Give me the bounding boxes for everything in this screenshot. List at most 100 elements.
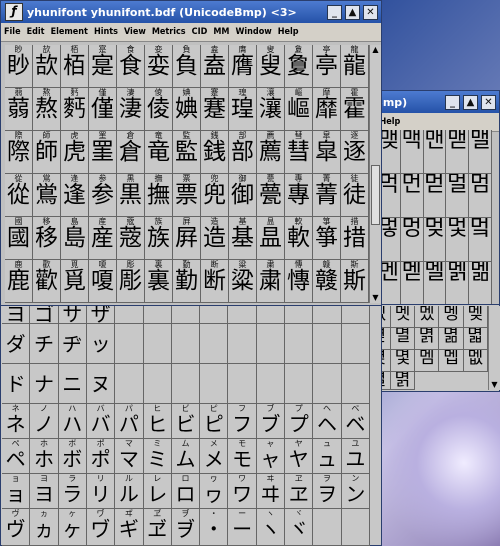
glyph-cell[interactable]: 竷竷 xyxy=(313,260,341,303)
menu-view[interactable]: View xyxy=(121,27,149,37)
glyph-cell[interactable]: 兜兜 xyxy=(201,174,229,217)
glyph-cell[interactable] xyxy=(285,324,314,364)
glyph-cell[interactable]: 歡歡 xyxy=(33,260,61,303)
glyph-cell[interactable]: フフ xyxy=(228,404,257,439)
glyph-cell[interactable]: 婰婰 xyxy=(173,88,201,131)
glyph-cell[interactable]: 監監 xyxy=(173,131,201,174)
front-window-titlebar[interactable]: ƒ yhunifont yhunifont.bdf (UnicodeBmp) <… xyxy=(1,1,381,23)
glyph-cell[interactable]: 慱慱 xyxy=(285,260,313,303)
glyph-cell[interactable] xyxy=(256,364,286,404)
front-window-scrollbar[interactable]: ▲ ▼ xyxy=(369,45,381,303)
glyph-cell[interactable]: メメ xyxy=(200,439,229,474)
glyph-cell[interactable]: ヨ xyxy=(2,304,31,324)
glyph-cell[interactable]: 龍龍 xyxy=(341,45,369,88)
glyph-cell[interactable]: ヲヲ xyxy=(313,474,342,509)
glyph-cell[interactable]: 먿 xyxy=(423,174,447,218)
glyph-cell[interactable]: ロロ xyxy=(171,474,201,509)
glyph-cell[interactable] xyxy=(256,304,286,324)
glyph-cell[interactable]: 멺 xyxy=(439,328,464,350)
glyph-cell[interactable]: 逢逢 xyxy=(61,174,89,217)
menu-metrics[interactable]: Metrics xyxy=(149,27,189,37)
glyph-cell[interactable]: 撫撫 xyxy=(145,174,173,217)
glyph-cell[interactable]: ヘヘ xyxy=(313,404,342,439)
glyph-cell[interactable] xyxy=(313,324,342,364)
glyph-cell[interactable]: 基基 xyxy=(229,217,257,260)
glyph-cell[interactable]: 멻 xyxy=(463,328,488,350)
hangul-glyph-grid[interactable]: 맺맥맨맫맬먹먼먿멀멈멓멍멎멏멐멘멛멜멝멞 xyxy=(378,130,492,306)
glyph-cell[interactable]: ムム xyxy=(171,439,201,474)
glyph-cell[interactable]: 맫 xyxy=(446,130,470,174)
glyph-cell[interactable]: 멜 xyxy=(423,262,447,306)
glyph-cell[interactable]: ーー xyxy=(228,509,257,546)
glyph-cell[interactable]: ヸギ xyxy=(115,509,144,546)
glyph-cell[interactable]: ペペ xyxy=(2,439,31,474)
glyph-cell[interactable]: 瑝瑝 xyxy=(229,88,257,131)
glyph-cell[interactable]: 徒徒 xyxy=(341,174,369,217)
glyph-cell[interactable]: 멏 xyxy=(446,218,470,262)
glyph-cell[interactable]: 軟軟 xyxy=(285,217,313,260)
glyph-cell[interactable]: ベベ xyxy=(341,404,370,439)
glyph-cell[interactable]: ・・ xyxy=(200,509,229,546)
glyph-cell[interactable]: 負負 xyxy=(173,45,201,88)
glyph-cell[interactable]: 蒻蒻 xyxy=(5,88,33,131)
glyph-cell[interactable]: 彫彫 xyxy=(117,260,145,303)
glyph-cell[interactable]: 멀 xyxy=(446,174,470,218)
glyph-cell[interactable]: ヤヤ xyxy=(285,439,314,474)
glyph-cell[interactable]: ヮヮ xyxy=(200,474,229,509)
glyph-cell[interactable]: 國國 xyxy=(5,217,33,260)
menu-cid[interactable]: CID xyxy=(189,27,211,37)
glyph-cell[interactable]: 竜竜 xyxy=(145,131,173,174)
glyph-cell[interactable]: 멸 xyxy=(390,328,416,350)
glyph-cell[interactable]: 銭銭 xyxy=(201,131,229,174)
glyph-cell[interactable]: 멦 xyxy=(463,350,488,372)
glyph-cell[interactable] xyxy=(341,509,370,546)
scroll-up-icon[interactable]: ▲ xyxy=(370,45,381,55)
glyph-cell[interactable] xyxy=(256,324,286,364)
glyph-cell[interactable]: 粱粱 xyxy=(229,260,257,303)
glyph-cell[interactable]: リリ xyxy=(86,474,116,509)
glyph-cell[interactable] xyxy=(115,304,144,324)
glyph-cell[interactable]: サ xyxy=(58,304,87,324)
glyph-cell[interactable]: 亭亭 xyxy=(313,45,341,88)
glyph-cell[interactable]: パパ xyxy=(115,404,144,439)
glyph-cell[interactable]: 勤勤 xyxy=(173,260,201,303)
glyph-cell[interactable]: 部部 xyxy=(229,131,257,174)
glyph-cell[interactable]: ヂ xyxy=(58,324,87,364)
glyph-cell[interactable]: 맥 xyxy=(400,130,424,174)
glyph-cell[interactable]: 族族 xyxy=(145,217,173,260)
menu-edit[interactable]: Edit xyxy=(24,27,48,37)
glyph-cell[interactable]: 菁菁 xyxy=(313,174,341,217)
glyph-cell[interactable]: 몇 xyxy=(390,350,416,372)
glyph-cell[interactable]: 멞 xyxy=(469,262,492,306)
glyph-cell[interactable] xyxy=(200,324,229,364)
glyph-cell[interactable]: 逐逐 xyxy=(341,131,369,174)
glyph-cell[interactable]: 熬熬 xyxy=(33,88,61,131)
kanji-glyph-grid[interactable]: 眇眇欯欯栢栢寔寔食食娈娈負負盍盍膺膺叟叟夐夐亭亭龍龍蒻蒻熬熬麫麫僅僅淒淒倰倰婰婰… xyxy=(5,45,369,303)
glyph-cell[interactable]: 昷昷 xyxy=(257,217,285,260)
glyph-cell[interactable]: 멎 xyxy=(423,218,447,262)
glyph-cell[interactable]: ピピ xyxy=(200,404,229,439)
glyph-cell[interactable] xyxy=(313,509,342,546)
glyph-cell[interactable]: 皐皐 xyxy=(313,131,341,174)
glyph-cell[interactable] xyxy=(200,364,229,404)
glyph-cell[interactable]: 멛 xyxy=(400,262,424,306)
glyph-cell[interactable]: 멈 xyxy=(469,174,492,218)
glyph-cell[interactable]: 覓覓 xyxy=(61,260,89,303)
glyph-cell[interactable]: 맨 xyxy=(423,130,447,174)
close-button[interactable]: ✕ xyxy=(481,94,496,110)
glyph-cell[interactable] xyxy=(285,364,314,404)
minimize-button[interactable]: _ xyxy=(327,4,342,20)
glyph-cell[interactable]: 食食 xyxy=(117,45,145,88)
glyph-cell[interactable]: ヨヨ xyxy=(30,474,59,509)
glyph-cell[interactable]: ヾヾ xyxy=(285,509,314,546)
glyph-cell[interactable] xyxy=(171,304,201,324)
glyph-cell[interactable]: 虎虎 xyxy=(61,131,89,174)
glyph-cell[interactable]: 霍霍 xyxy=(341,88,369,131)
glyph-cell[interactable]: レレ xyxy=(143,474,172,509)
menu-file[interactable]: File xyxy=(1,27,24,37)
glyph-cell[interactable] xyxy=(313,304,342,324)
glyph-cell[interactable]: ダ xyxy=(2,324,31,364)
glyph-cell[interactable]: 膺膺 xyxy=(229,45,257,88)
maximize-button[interactable]: ▲ xyxy=(463,94,478,110)
glyph-cell[interactable] xyxy=(341,364,370,404)
